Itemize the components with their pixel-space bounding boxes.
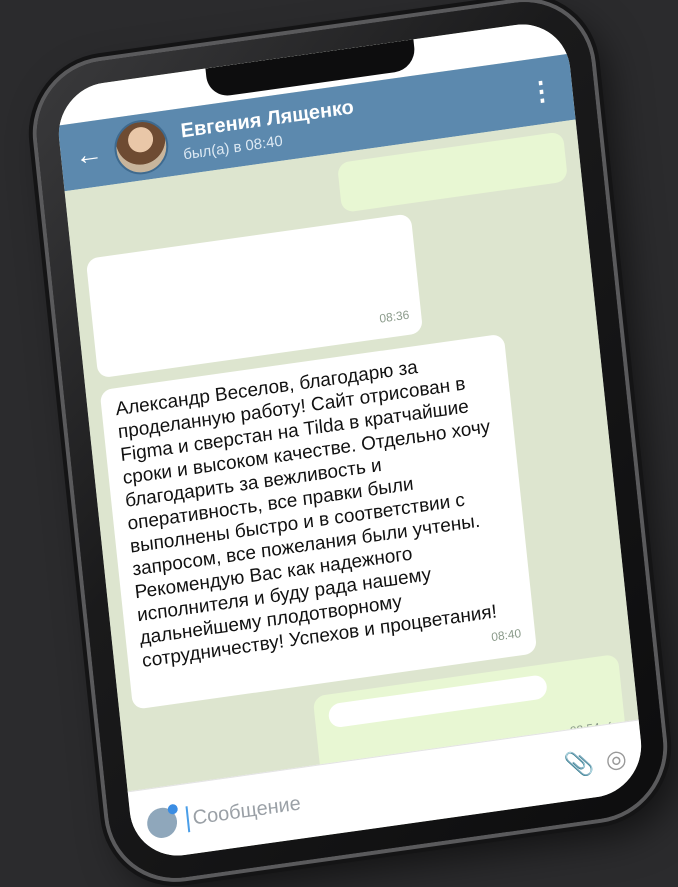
chat-messages: 08:36 Александр Веселов, благодарю за пр… — [64, 119, 639, 793]
redacted-blob — [327, 674, 548, 729]
text-caret — [185, 806, 191, 833]
attach-icon[interactable]: 📎 — [563, 748, 596, 781]
message-incoming[interactable]: Александр Веселов, благодарю за проделан… — [99, 333, 538, 710]
message-text: Александр Веселов, благодарю за проделан… — [114, 356, 498, 673]
message-time: 08:36 — [378, 307, 410, 326]
sticker-icon[interactable] — [145, 805, 179, 840]
back-arrow-icon[interactable]: ← — [73, 135, 116, 172]
camera-icon[interactable]: ◎ — [604, 743, 628, 775]
phone-screen: ← Евгения Лященко был(а) в 08:40 ⋮ 08:36… — [53, 17, 647, 863]
phone-frame: ← Евгения Лященко был(а) в 08:40 ⋮ 08:36… — [29, 0, 671, 887]
redacted-blob — [100, 244, 262, 291]
more-menu-icon[interactable]: ⋮ — [527, 74, 556, 108]
avatar[interactable] — [111, 116, 171, 178]
